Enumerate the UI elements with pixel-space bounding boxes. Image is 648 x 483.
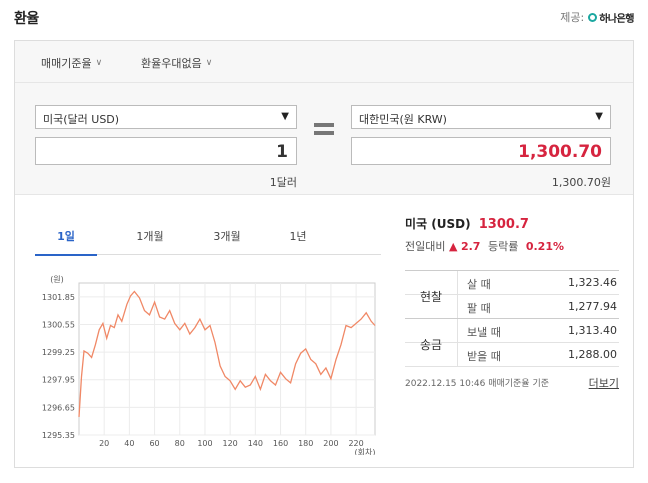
row-value: 1,288.00: [568, 348, 617, 361]
to-currency-label: 대한민국(원 KRW): [359, 113, 447, 126]
row-label: 팔 때: [467, 302, 491, 315]
rate-summary: 미국 (USD) 1300.7 전일대비 ▲ 2.7 등락률 0.21%: [405, 215, 619, 254]
currency-converter: 미국(달러 USD) ▼ 1 1달러 대한민국(원 KRW) ▼ 1,300.7…: [15, 83, 633, 195]
provider-label: 제공:: [560, 11, 585, 24]
to-amount-input[interactable]: 1,300.70: [351, 137, 611, 165]
x-tick-label: 140: [248, 439, 263, 448]
from-amount-caption: 1달러: [269, 176, 297, 189]
exchange-card: 매매기준율 ∨ 환율우대없음 ∨ 미국(달러 USD) ▼ 1 1달러 대한민국…: [14, 40, 634, 468]
column-divider: [457, 271, 458, 294]
column-divider: [457, 319, 458, 342]
basis-dropdown[interactable]: 매매기준율 ∨: [41, 55, 102, 71]
active-tab-underline: [35, 254, 97, 256]
x-axis-label: (회차): [355, 448, 376, 455]
change-label: 전일대비: [405, 240, 446, 253]
bank-logo[interactable]: 하나은행: [588, 10, 634, 25]
y-tick-label: 1297.95: [42, 376, 75, 385]
table-row: 송금 보낼 때 1,313.40: [405, 319, 619, 352]
x-tick-label: 160: [273, 439, 288, 448]
preference-dropdown[interactable]: 환율우대없음 ∨: [141, 55, 212, 71]
row-label: 살 때: [467, 278, 491, 291]
x-tick-label: 100: [197, 439, 212, 448]
summary-title: 미국 (USD) 1300.7: [405, 215, 619, 232]
rate-chart: 1301.85 1300.55 1299.25 1297.95 1296.65 1295.…: [35, 273, 385, 459]
x-tick-label: 200: [323, 439, 338, 448]
table-row: 받을 때 1,288.00: [405, 343, 619, 367]
row-label: 받을 때: [467, 350, 501, 363]
to-amount-caption: 1,300.70원: [551, 176, 611, 189]
change-rate-value: 0.21%: [525, 240, 564, 253]
x-tick-label: 180: [298, 439, 313, 448]
summary-country: 미국 (USD): [405, 217, 471, 231]
summary-change: 전일대비 ▲ 2.7 등락률 0.21%: [405, 238, 619, 254]
more-link[interactable]: 더보기: [589, 375, 619, 391]
period-tabs: 1일 1개월 3개월 1년: [35, 221, 381, 256]
to-currency-select[interactable]: 대한민국(원 KRW) ▼: [351, 105, 611, 129]
equals-icon: [314, 123, 334, 139]
x-tick-label: 80: [175, 439, 185, 448]
table-row: 팔 때 1,277.94: [405, 295, 619, 319]
bank-name: 하나은행: [599, 13, 634, 25]
change-value: 2.7: [460, 240, 481, 253]
x-tick-label: 40: [124, 439, 134, 448]
y-tick-label: 1300.55: [42, 320, 75, 329]
basis-label: 매매기준율: [41, 57, 92, 70]
x-tick-label: 60: [149, 439, 159, 448]
column-divider: [457, 343, 458, 366]
from-currency-select[interactable]: 미국(달러 USD) ▼: [35, 105, 297, 129]
timestamp: 2022.12.15 10:46 매매기준율 기준: [405, 379, 550, 389]
rate-table: 현찰 살 때 1,323.46 팔 때 1,277.94 송금 보낼 때 1,3…: [405, 270, 619, 367]
row-label: 보낼 때: [467, 326, 501, 339]
tab-1day[interactable]: 1일: [35, 228, 97, 244]
provider-info: 제공: 하나은행: [560, 9, 634, 25]
row-value: 1,277.94: [568, 300, 617, 313]
rate-chart-svg: 1301.85 1300.55 1299.25 1297.95 1296.65 1295.…: [42, 275, 376, 457]
y-tick-label: 1299.25: [42, 348, 75, 357]
tab-3months[interactable]: 3개월: [196, 228, 258, 244]
page-title: 환율: [14, 11, 39, 27]
y-axis-label: (원): [50, 275, 64, 284]
dropdown-arrow-icon: ▼: [595, 111, 603, 122]
dropdown-arrow-icon: ▼: [281, 111, 289, 122]
y-tick-label: 1296.65: [42, 403, 75, 412]
bank-logo-icon: [588, 12, 598, 22]
row-value: 1,323.46: [568, 276, 617, 289]
triangle-up-icon: ▲: [448, 240, 458, 253]
filter-bar: 매매기준율 ∨ 환율우대없음 ∨: [15, 41, 633, 83]
chevron-down-icon: ∨: [205, 58, 213, 68]
tab-1year[interactable]: 1년: [267, 228, 329, 244]
x-tick-label: 120: [223, 439, 238, 448]
tab-1month[interactable]: 1개월: [119, 228, 181, 244]
preference-label: 환율우대없음: [141, 57, 202, 70]
summary-rate: 1300.7: [478, 217, 529, 232]
from-amount-input[interactable]: 1: [35, 137, 297, 165]
footnote: 2022.12.15 10:46 매매기준율 기준 더보기: [405, 375, 619, 391]
from-currency-label: 미국(달러 USD): [43, 113, 120, 126]
row-value: 1,313.40: [568, 324, 617, 337]
change-rate-label: 등락률: [487, 240, 519, 253]
x-tick-label: 220: [348, 439, 363, 448]
y-tick-label: 1301.85: [42, 293, 75, 302]
y-tick-label: 1295.35: [42, 431, 75, 440]
column-divider: [457, 295, 458, 318]
table-row: 현찰 살 때 1,323.46: [405, 271, 619, 304]
x-tick-label: 20: [99, 439, 109, 448]
chevron-down-icon: ∨: [95, 58, 103, 68]
